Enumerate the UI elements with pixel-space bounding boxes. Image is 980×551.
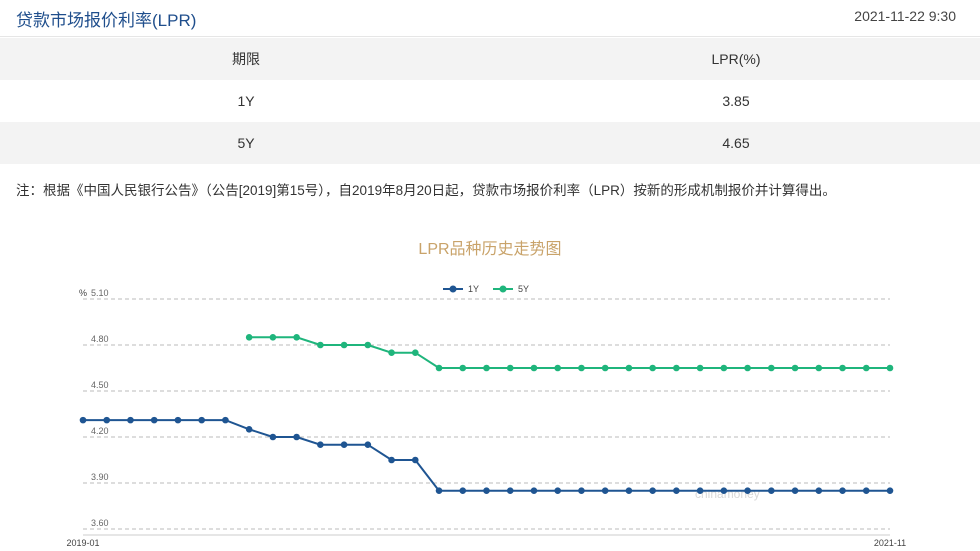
data-point bbox=[174, 416, 182, 424]
data-point bbox=[340, 341, 348, 349]
data-point bbox=[601, 364, 609, 372]
column-header-lpr: LPR(%) bbox=[711, 51, 761, 67]
cell-term: 5Y bbox=[237, 135, 255, 151]
data-point bbox=[483, 364, 490, 372]
page-title: 贷款市场报价利率(LPR) bbox=[16, 11, 197, 30]
data-point bbox=[768, 487, 775, 494]
data-point bbox=[150, 416, 158, 424]
data-point bbox=[293, 334, 300, 341]
data-point bbox=[222, 416, 229, 424]
data-point bbox=[483, 487, 490, 494]
data-point bbox=[506, 487, 514, 494]
data-point bbox=[625, 487, 633, 494]
data-point bbox=[744, 487, 751, 494]
data-point bbox=[649, 487, 656, 494]
table-row: 1Y 3.85 bbox=[0, 80, 980, 122]
y-tick-label: 3.90 bbox=[91, 472, 109, 482]
data-point bbox=[364, 441, 372, 448]
data-point bbox=[127, 416, 134, 424]
data-point bbox=[886, 364, 894, 372]
data-point bbox=[601, 487, 609, 494]
data-point bbox=[364, 341, 372, 349]
data-point bbox=[317, 341, 324, 349]
cell-term: 1Y bbox=[237, 93, 255, 109]
y-tick-label: 5.10 bbox=[91, 288, 109, 298]
table-header-row: 期限 LPR(%) bbox=[0, 38, 980, 80]
y-tick-label: 4.80 bbox=[91, 334, 109, 344]
data-point bbox=[340, 441, 348, 448]
data-point bbox=[530, 487, 538, 494]
data-point bbox=[696, 487, 704, 494]
series-line-1y bbox=[83, 419, 890, 492]
data-point bbox=[245, 426, 253, 433]
data-point bbox=[768, 364, 775, 372]
data-point bbox=[578, 487, 585, 494]
data-point bbox=[198, 416, 205, 424]
data-point bbox=[862, 487, 870, 494]
lpr-table: 期限 LPR(%) 1Y 3.85 5Y 4.65 bbox=[0, 38, 980, 164]
data-point bbox=[388, 456, 395, 464]
data-point bbox=[673, 487, 680, 494]
data-point bbox=[293, 433, 300, 441]
legend-swatch-marker bbox=[499, 285, 507, 293]
data-point bbox=[696, 364, 704, 372]
series-line-5y bbox=[249, 336, 890, 369]
data-point bbox=[435, 364, 443, 372]
table-row: 5Y 4.65 bbox=[0, 122, 980, 164]
data-point bbox=[649, 364, 656, 372]
y-tick-label: 4.50 bbox=[91, 380, 109, 390]
footnote: 注：根据《中国人民银行公告》（公告[2019]第15号），自2019年8月20日… bbox=[16, 183, 836, 198]
data-point bbox=[79, 416, 87, 424]
lpr-history-chart: % 5.104.804.504.203.903.602019-01 2021-11c… bbox=[66, 284, 906, 548]
cell-rate: 3.85 bbox=[722, 93, 750, 109]
data-point bbox=[435, 487, 443, 494]
data-point bbox=[530, 364, 538, 372]
data-point bbox=[673, 364, 680, 372]
legend-label: 1Y bbox=[468, 284, 479, 294]
data-point bbox=[886, 487, 894, 494]
data-point bbox=[411, 349, 419, 356]
data-point bbox=[625, 364, 633, 372]
y-tick-label: 4.20 bbox=[91, 426, 109, 436]
data-point bbox=[791, 364, 799, 372]
page-header: 贷款市场报价利率(LPR) 2021-11-22 9:30 bbox=[0, 0, 980, 37]
data-point bbox=[815, 487, 823, 494]
legend-swatch-marker bbox=[449, 285, 457, 293]
data-point bbox=[744, 364, 751, 372]
data-point bbox=[269, 433, 277, 441]
data-point bbox=[578, 364, 585, 372]
data-point bbox=[720, 487, 728, 494]
data-point bbox=[554, 364, 562, 372]
cell-rate: 4.65 bbox=[722, 135, 750, 151]
data-point bbox=[839, 487, 846, 494]
y-tick-label: 3.60 bbox=[91, 518, 109, 528]
column-header-term: 期限 bbox=[232, 51, 260, 67]
legend-label: 5Y bbox=[518, 284, 529, 294]
chart-title: LPR品种历史走势图 bbox=[418, 241, 562, 258]
update-timestamp: 2021-11-22 9:30 bbox=[854, 8, 956, 24]
data-point bbox=[815, 364, 823, 372]
data-point bbox=[720, 364, 728, 372]
data-point bbox=[839, 364, 846, 372]
data-point bbox=[388, 349, 395, 356]
y-axis-unit-label: % bbox=[79, 288, 87, 298]
data-point bbox=[245, 334, 253, 341]
data-point bbox=[411, 456, 419, 464]
data-point bbox=[554, 487, 562, 494]
data-point bbox=[317, 441, 324, 448]
data-point bbox=[103, 416, 111, 424]
data-point bbox=[459, 487, 467, 494]
data-point bbox=[459, 364, 467, 372]
data-point bbox=[269, 334, 277, 341]
x-tick-label: 2021-11 bbox=[874, 538, 906, 548]
data-point bbox=[791, 487, 799, 494]
data-point bbox=[506, 364, 514, 372]
data-point bbox=[862, 364, 870, 372]
x-tick-label: 2019-01 bbox=[66, 538, 99, 548]
